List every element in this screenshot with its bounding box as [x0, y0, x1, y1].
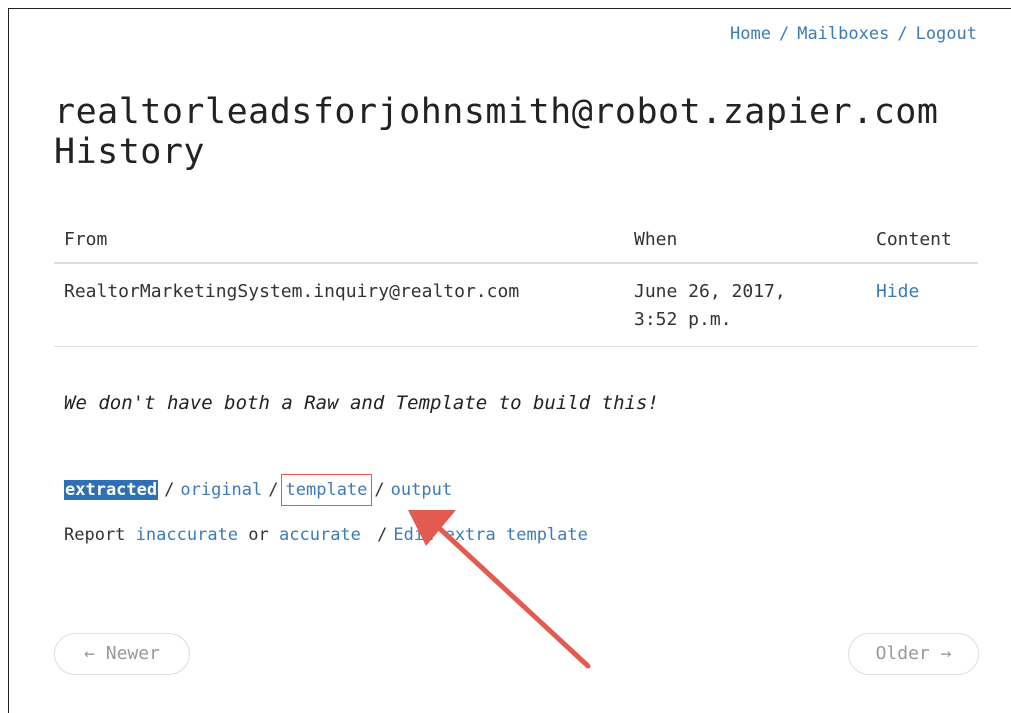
view-template-link[interactable]: template — [286, 480, 368, 500]
history-table: From When Content RealtorMarketingSystem… — [54, 218, 978, 347]
page-title: realtorleadsforjohnsmith@robot.zapier.co… — [54, 92, 938, 172]
view-extracted-link[interactable]: extracted — [64, 480, 159, 500]
nav-home-link[interactable]: Home — [730, 24, 771, 44]
view-original-link[interactable]: original — [180, 480, 262, 500]
report-accurate-link[interactable]: accurate — [279, 525, 361, 545]
report-line: Report inaccurate or accurate / Edit extr… — [64, 525, 588, 545]
column-header-from: From — [54, 218, 624, 264]
report-or: or — [248, 525, 269, 545]
cell-content: Hide — [866, 263, 978, 347]
report-inaccurate-link[interactable]: inaccurate — [136, 525, 238, 545]
hide-content-link[interactable]: Hide — [876, 281, 919, 302]
table-row: RealtorMarketingSystem.inquiry@realtor.c… — [54, 263, 978, 347]
nav-mailboxes-link[interactable]: Mailboxes — [797, 24, 889, 44]
annotation-highlight-box: template — [280, 474, 373, 506]
edit-extra-template-link[interactable]: Edit extra template — [393, 525, 587, 545]
nav-separator: / — [897, 24, 908, 44]
cell-from: RealtorMarketingSystem.inquiry@realtor.c… — [54, 263, 624, 347]
view-separator: / — [374, 480, 385, 500]
cell-when-date: June 26, 2017, — [634, 281, 786, 302]
build-notice: We don't have both a Raw and Template to… — [64, 392, 659, 414]
report-prefix: Report — [64, 525, 126, 545]
top-navigation: Home / Mailboxes / Logout — [730, 24, 977, 44]
page-title-history: History — [54, 132, 206, 172]
view-switcher: extracted / original / template / output — [64, 474, 452, 506]
report-separator: / — [377, 525, 388, 545]
nav-logout-link[interactable]: Logout — [916, 24, 977, 44]
table-header-row: From When Content — [54, 218, 978, 264]
newer-button[interactable]: ← Newer — [54, 633, 190, 675]
column-header-when: When — [624, 218, 866, 264]
cell-when-time: 3:52 p.m. — [634, 309, 732, 330]
view-separator: / — [164, 480, 175, 500]
page-title-mailbox: realtorleadsforjohnsmith@robot.zapier.co… — [54, 92, 939, 132]
column-header-content: Content — [866, 218, 978, 264]
cell-when: June 26, 2017, 3:52 p.m. — [624, 263, 866, 347]
view-output-link[interactable]: output — [391, 480, 452, 500]
nav-separator: / — [778, 24, 790, 44]
older-button[interactable]: Older → — [848, 633, 979, 675]
